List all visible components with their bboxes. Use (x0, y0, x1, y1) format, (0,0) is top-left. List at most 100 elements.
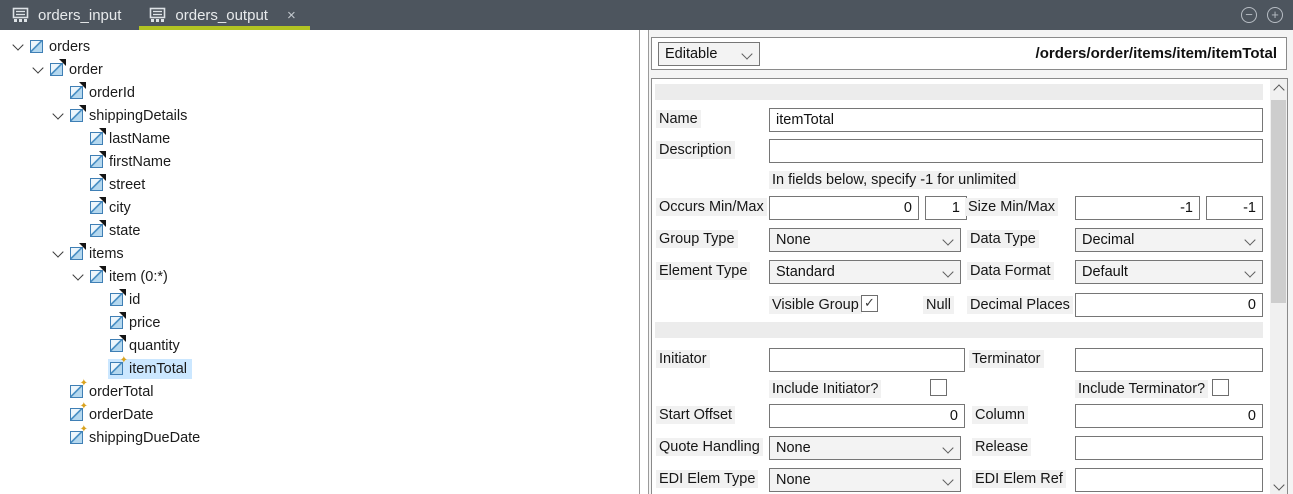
node-icon (90, 224, 103, 237)
node-icon (70, 86, 83, 99)
tree-item-shippingDueDate[interactable]: shippingDueDate (0, 426, 639, 449)
scroll-down-icon[interactable] (1273, 479, 1284, 490)
tree-item-lastName[interactable]: lastName (0, 127, 639, 150)
unlimited-hint: In fields below, specify -1 for unlimite… (769, 171, 1019, 189)
occurs-min-input[interactable] (769, 196, 919, 220)
group-type-select[interactable]: None (769, 228, 961, 252)
group-type-value: None (776, 232, 811, 248)
node-icon (70, 408, 83, 421)
name-input[interactable] (769, 108, 1263, 132)
element-type-select[interactable]: Standard (769, 260, 961, 284)
terminator-input[interactable] (1075, 348, 1263, 372)
chevron-down-icon (1244, 266, 1255, 277)
tree-item-shippingDetails[interactable]: shippingDetails (0, 104, 639, 127)
node-icon (70, 247, 83, 260)
scroll-up-icon[interactable] (1273, 84, 1284, 95)
quote-handling-select[interactable]: None (769, 436, 961, 460)
schema-editor-window: orders_input orders_output × − + (0, 0, 1293, 494)
node-icon (110, 293, 123, 306)
tree-item-orderTotal[interactable]: orderTotal (0, 380, 639, 403)
tree-item-label: price (129, 315, 160, 331)
tree-item-label: city (109, 200, 131, 216)
scrollbar-thumb[interactable] (1271, 100, 1286, 303)
tree-item-label: quantity (129, 338, 180, 354)
expand-all-icon[interactable]: + (1267, 7, 1283, 23)
column-label: Column (972, 406, 1028, 424)
size-max-input[interactable] (1206, 196, 1263, 220)
tree-item-label: item (0:*) (109, 269, 168, 285)
tree-item-price[interactable]: price (0, 311, 639, 334)
node-icon (90, 155, 103, 168)
description-input[interactable] (769, 139, 1263, 163)
chevron-down-icon[interactable] (68, 273, 88, 281)
size-min-input[interactable] (1075, 196, 1200, 220)
tree-item-label: itemTotal (129, 361, 187, 377)
data-format-label: Data Format (967, 262, 1054, 280)
chevron-down-icon[interactable] (48, 112, 68, 120)
data-type-label: Data Type (967, 230, 1039, 248)
tree-item-quantity[interactable]: quantity (0, 334, 639, 357)
element-type-value: Standard (776, 264, 835, 280)
release-label: Release (972, 438, 1031, 456)
edi-elem-type-label: EDI Elem Type (656, 470, 758, 488)
vertical-scrollbar[interactable] (1270, 79, 1287, 494)
include-terminator-checkbox[interactable] (1212, 379, 1229, 396)
properties-form: Name Description In fields below, specif… (651, 78, 1288, 494)
quote-handling-label: Quote Handling (656, 438, 763, 456)
properties-header: Editable /orders/order/items/item/itemTo… (651, 37, 1287, 70)
data-type-select[interactable]: Decimal (1075, 228, 1263, 252)
node-icon (90, 270, 103, 283)
include-initiator-checkbox[interactable] (930, 379, 947, 396)
edit-mode-select[interactable]: Editable (658, 42, 760, 66)
tree-item-order[interactable]: order (0, 58, 639, 81)
tree-item-label: orderTotal (89, 384, 153, 400)
close-tab-icon[interactable]: × (287, 8, 296, 23)
tab-orders-input[interactable]: orders_input (0, 0, 137, 30)
tab-orders-output[interactable]: orders_output × (137, 0, 311, 30)
tree-item-id[interactable]: id (0, 288, 639, 311)
edi-elem-ref-input[interactable] (1075, 468, 1263, 492)
chevron-down-icon (942, 266, 953, 277)
column-input[interactable] (1075, 404, 1263, 428)
tree-item-label: lastName (109, 131, 170, 147)
occurs-max-input[interactable] (925, 196, 967, 220)
occurs-minmax-label: Occurs Min/Max (656, 198, 767, 216)
section-divider (655, 84, 1263, 100)
tree-item-label: shippingDueDate (89, 430, 200, 446)
start-offset-label: Start Offset (656, 406, 735, 424)
tree-item-city[interactable]: city (0, 196, 639, 219)
decimal-places-label: Decimal Places (967, 296, 1073, 314)
tree-item-items[interactable]: items (0, 242, 639, 265)
tree-item-label: orders (49, 39, 90, 55)
tree-item-orderDate[interactable]: orderDate (0, 403, 639, 426)
chevron-down-icon (1244, 234, 1255, 245)
node-icon (110, 316, 123, 329)
tree-item-orders[interactable]: orders (0, 35, 639, 58)
chevron-down-icon[interactable] (8, 43, 28, 51)
tree-item-street[interactable]: street (0, 173, 639, 196)
visible-group-checkbox[interactable]: ✓ (861, 295, 878, 312)
group-type-label: Group Type (656, 230, 738, 248)
tree-item-label: items (89, 246, 124, 262)
node-icon (30, 40, 43, 53)
release-input[interactable] (1075, 436, 1263, 460)
edi-elem-ref-label: EDI Elem Ref (972, 470, 1066, 488)
window-controls: − + (1241, 0, 1293, 30)
decimal-places-input[interactable] (1075, 293, 1263, 317)
terminator-label: Terminator (969, 350, 1044, 368)
chevron-down-icon (741, 48, 752, 59)
data-type-value: Decimal (1082, 232, 1134, 248)
start-offset-input[interactable] (769, 404, 965, 428)
tree-item-orderId[interactable]: orderId (0, 81, 639, 104)
tree-item-firstName[interactable]: firstName (0, 150, 639, 173)
tree-item-itemTotal[interactable]: itemTotal (0, 357, 639, 380)
edi-elem-type-select[interactable]: None (769, 468, 961, 492)
tree-item-item[interactable]: item (0:*) (0, 265, 639, 288)
data-format-select[interactable]: Default (1075, 260, 1263, 284)
tree-item-state[interactable]: state (0, 219, 639, 242)
chevron-down-icon[interactable] (48, 250, 68, 258)
collapse-all-icon[interactable]: − (1241, 7, 1257, 23)
chevron-down-icon[interactable] (28, 66, 48, 74)
initiator-input[interactable] (769, 348, 965, 372)
schema-document-icon (12, 7, 29, 23)
